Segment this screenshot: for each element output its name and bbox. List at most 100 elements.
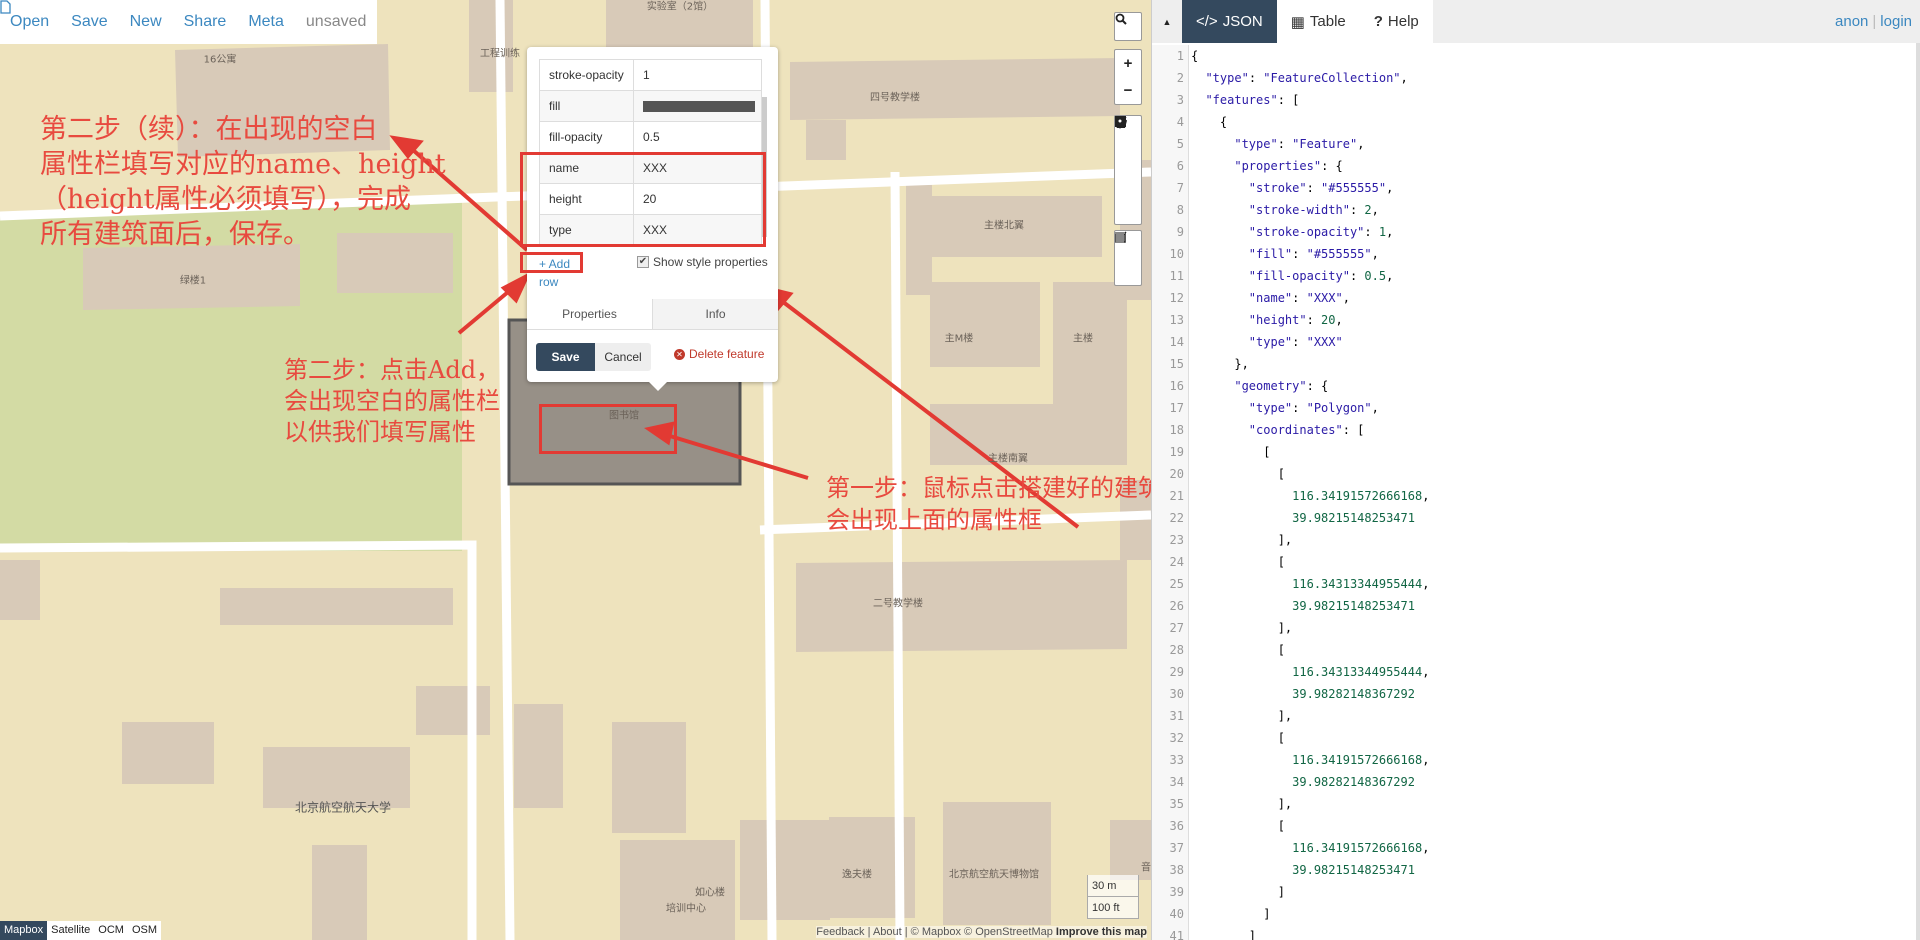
code-text: ],	[1191, 533, 1293, 547]
save-button[interactable]: Save	[71, 13, 107, 31]
delete-feature-button[interactable]: ✕ Delete feature	[674, 347, 764, 361]
line-number: 21	[1169, 489, 1184, 503]
annotation-line: 属性栏填写对应的name、height	[40, 149, 446, 180]
map[interactable]: 16公寓 工程训练 实验室（2馆） 四号教学楼 主楼北翼 绿楼1 主M楼 主楼 主楼南翼 图书馆二…	[0, 0, 1151, 940]
osm-link[interactable]: © OpenStreetMap	[964, 926, 1053, 938]
collapse-toggle-icon[interactable]: ▲	[1152, 0, 1182, 43]
trash-icon[interactable]	[1115, 232, 1141, 285]
property-value[interactable]: 1	[633, 59, 762, 91]
mapbox-link[interactable]: © Mapbox	[911, 926, 961, 938]
code-text: "fill": "#555555",	[1248, 247, 1379, 261]
code-line: 24 [	[1152, 551, 1912, 573]
line-number: 26	[1169, 599, 1184, 613]
code-line: 5 "type": "Feature",	[1152, 133, 1912, 155]
line-number: 4	[1176, 115, 1184, 129]
property-value[interactable]: 0.5	[633, 121, 762, 153]
tab-label: JSON	[1222, 13, 1263, 30]
cancel-button[interactable]: Cancel	[595, 343, 651, 371]
line-number: 38	[1169, 863, 1184, 877]
line-number: 11	[1169, 269, 1184, 283]
zoom-control: + −	[1114, 49, 1142, 105]
scale-imperial: 100 ft	[1087, 897, 1139, 919]
code-line: 39 ]	[1152, 881, 1912, 903]
feedback-link[interactable]: Feedback	[816, 926, 864, 938]
open-button[interactable]: Open	[10, 13, 49, 31]
save-feature-button[interactable]: Save	[536, 343, 595, 371]
code-text: 39.98215148253471	[1292, 863, 1415, 877]
file-icon	[0, 0, 11, 14]
code-text: 39.98215148253471	[1292, 599, 1415, 613]
anon-link[interactable]: anon	[1835, 13, 1868, 30]
draw-marker-icon[interactable]	[1115, 118, 1141, 224]
line-number: 22	[1169, 511, 1184, 525]
show-style-properties-toggle[interactable]: ✔ Show style properties	[637, 255, 768, 269]
tab-json[interactable]: </> JSON	[1182, 0, 1277, 43]
line-number: 25	[1169, 577, 1184, 591]
line-number: 34	[1169, 775, 1184, 789]
zoom-in-button[interactable]: +	[1115, 50, 1141, 77]
search-icon[interactable]	[1115, 13, 1141, 40]
share-button[interactable]: Share	[184, 13, 227, 31]
line-number: 8	[1176, 203, 1184, 217]
tab-help[interactable]: ? Help	[1359, 0, 1433, 43]
code-text: 39.98282148367292	[1292, 775, 1415, 789]
code-line: 29 116.34313344955444,	[1152, 661, 1912, 683]
code-text: [	[1191, 467, 1285, 481]
code-line: 38 39.98215148253471	[1152, 859, 1912, 881]
map-label: 主楼南翼	[988, 453, 1028, 465]
map-label: 北京航空航天博物馆	[949, 869, 1039, 881]
property-value[interactable]	[633, 90, 762, 122]
line-number: 6	[1176, 159, 1184, 173]
code-line: 35 ],	[1152, 793, 1912, 815]
code-line: 7 "stroke": "#555555",	[1152, 177, 1912, 199]
code-line: 36 [	[1152, 815, 1912, 837]
improve-map-link[interactable]: Improve this map	[1056, 926, 1147, 938]
meta-button[interactable]: Meta	[248, 13, 284, 31]
code-text: 116.34191572666168,	[1292, 841, 1430, 855]
property-key[interactable]: fill-opacity	[539, 121, 634, 153]
line-number: 37	[1169, 841, 1184, 855]
code-line: 14 "type": "XXX"	[1152, 331, 1912, 353]
tab-info[interactable]: Info	[652, 299, 778, 329]
layer-ocm[interactable]: OCM	[94, 921, 128, 940]
about-link[interactable]: About	[873, 926, 902, 938]
layer-switcher: Mapbox Satellite OCM OSM	[0, 921, 162, 940]
code-line: 12 "name": "XXX",	[1152, 287, 1912, 309]
line-number: 30	[1169, 687, 1184, 701]
code-line: 11 "fill-opacity": 0.5,	[1152, 265, 1912, 287]
highlight-box-properties	[520, 152, 766, 247]
fill-color-swatch[interactable]	[643, 100, 755, 112]
code-text: },	[1191, 357, 1249, 371]
tab-table[interactable]: ▦ Table	[1276, 0, 1360, 43]
side-panel: ▲ </> JSON ▦ Table ? Help anon | login 1{2 "t…	[1151, 0, 1920, 940]
login-link[interactable]: login	[1880, 13, 1912, 30]
annotation-step2: 第二步：点击Add， 会出现空白的属性栏 以供我们填写属性	[284, 355, 500, 448]
annotation-line: 所有建筑面后，保存。	[40, 219, 310, 250]
zoom-out-button[interactable]: −	[1115, 77, 1141, 104]
property-row: stroke-opacity 1	[539, 59, 762, 91]
new-button[interactable]: New	[130, 13, 162, 31]
code-text: ]	[1191, 907, 1271, 921]
layer-mapbox[interactable]: Mapbox	[0, 921, 48, 940]
code-line: 34 39.98282148367292	[1152, 771, 1912, 793]
search-control	[1114, 12, 1142, 41]
editor-scrollbar[interactable]	[1916, 43, 1920, 940]
tab-properties[interactable]: Properties	[527, 299, 652, 329]
popup-tip	[649, 382, 667, 391]
json-editor[interactable]: 1{2 "type": "FeatureCollection", 3 "featu…	[1152, 45, 1917, 940]
layer-satellite[interactable]: Satellite	[47, 921, 94, 940]
map-label: 北京航空航天大学	[294, 800, 392, 815]
show-style-label: Show style properties	[653, 255, 768, 269]
code-line: 2 "type": "FeatureCollection",	[1152, 67, 1912, 89]
property-key[interactable]: stroke-opacity	[539, 59, 634, 91]
layer-osm[interactable]: OSM	[128, 921, 161, 940]
checkbox[interactable]: ✔	[637, 256, 649, 268]
property-key[interactable]: fill	[539, 90, 634, 122]
draw-polygon-icon[interactable]	[1115, 116, 1141, 170]
edit-control	[1114, 230, 1142, 286]
line-number: 32	[1169, 731, 1184, 745]
code-line: 3 "features": [	[1152, 89, 1912, 111]
code-text: 116.34313344955444,	[1292, 665, 1430, 679]
line-number: 41	[1169, 929, 1184, 940]
draw-rectangle-icon[interactable]	[1115, 116, 1141, 197]
